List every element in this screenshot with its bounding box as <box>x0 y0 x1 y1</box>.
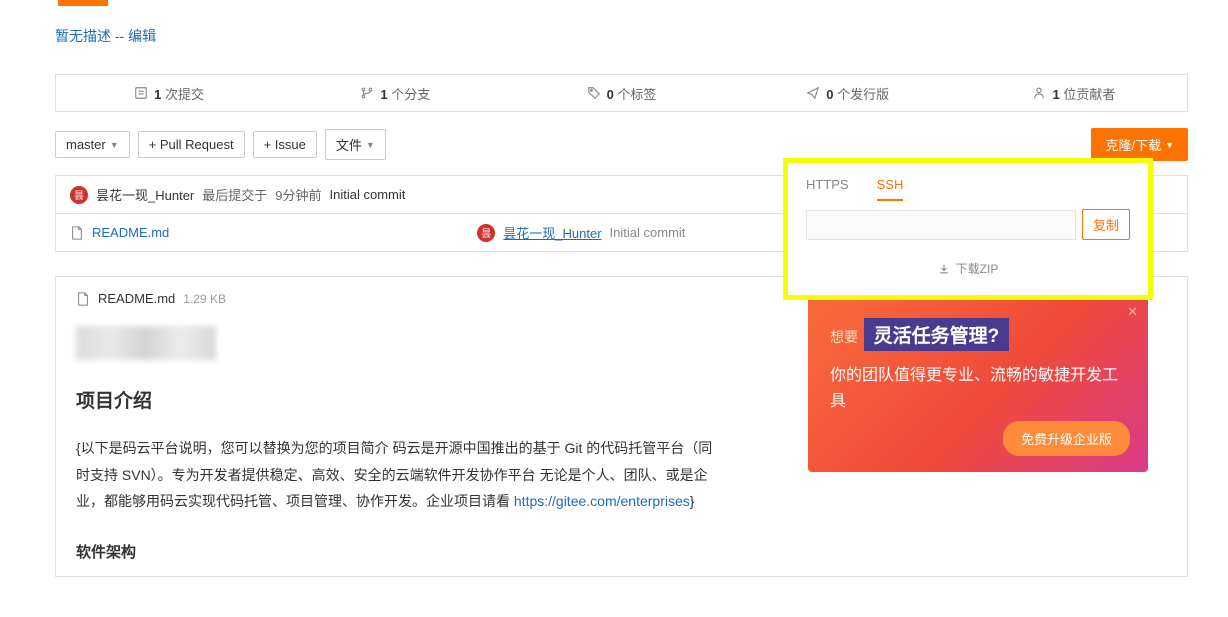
readme-filename: README.md <box>98 291 175 306</box>
readme-size: 1.29 KB <box>183 292 226 306</box>
readme-body: {以下是码云平台说明，您可以替换为您的项目简介 码云是开源中国推出的基于 Git… <box>76 435 716 515</box>
active-tab-indicator <box>58 0 108 6</box>
file-commit-msg: Initial commit <box>610 225 686 240</box>
file-icon <box>70 226 84 240</box>
clone-url-input[interactable] <box>806 210 1076 240</box>
promo-headline: 灵活任务管理? <box>864 318 1010 351</box>
issue-button[interactable]: + Issue <box>253 131 317 158</box>
download-zip-link[interactable]: 下载ZIP <box>806 260 1130 277</box>
promo-wanted: 想要 <box>830 329 858 345</box>
stat-commits[interactable]: 1 次提交 <box>56 84 282 103</box>
tag-icon <box>587 86 601 100</box>
avatar: 昙 <box>477 224 495 242</box>
stat-tags[interactable]: 0 个标签 <box>508 84 734 103</box>
commit-prefix: 最后提交于 <box>202 185 267 204</box>
stat-branches[interactable]: 1 个分支 <box>282 84 508 103</box>
blurred-image <box>76 326 216 360</box>
commit-message[interactable]: Initial commit <box>330 187 406 202</box>
clone-download-button[interactable]: 克隆/下载 ▼ <box>1091 128 1188 161</box>
tab-https[interactable]: HTTPS <box>806 177 849 201</box>
commit-author[interactable]: 昙花一现_Hunter <box>96 185 194 204</box>
download-icon <box>938 263 950 275</box>
promo-banner: ✕ 想要 灵活任务管理? 你的团队值得更专业、流畅的敏捷开发工具 免费升级企业版 <box>808 296 1148 472</box>
copy-button[interactable]: 复制 <box>1082 209 1130 240</box>
description-row: 暂无描述 -- 编辑 <box>55 26 1188 46</box>
branch-icon <box>360 86 374 100</box>
description-edit-link[interactable]: 编辑 <box>128 28 156 44</box>
files-dropdown[interactable]: 文件 ▼ <box>325 129 386 160</box>
repo-toolbar: master ▼ + Pull Request + Issue 文件 ▼ 克隆/… <box>55 128 1188 161</box>
stat-releases[interactable]: 0 个发行版 <box>735 84 961 103</box>
branch-selector[interactable]: master ▼ <box>55 131 130 158</box>
file-author[interactable]: 昙花一现_Hunter <box>503 223 601 242</box>
stat-contributors[interactable]: 1 位贡献者 <box>961 84 1187 103</box>
user-icon <box>1032 86 1046 100</box>
clone-popup: HTTPS SSH 复制 下载ZIP <box>783 158 1153 300</box>
send-icon <box>806 86 820 100</box>
file-name[interactable]: README.md <box>92 225 169 240</box>
promo-subtext: 你的团队值得更专业、流畅的敏捷开发工具 <box>830 363 1126 414</box>
commit-time: 9分钟前 <box>275 185 321 204</box>
avatar: 昙 <box>70 186 88 204</box>
promo-cta-button[interactable]: 免费升级企业版 <box>1003 421 1130 456</box>
close-icon[interactable]: ✕ <box>1127 304 1138 320</box>
list-icon <box>134 86 148 100</box>
repo-stats-bar: 1 次提交 1 个分支 0 个标签 0 个发行版 1 位贡献者 <box>55 74 1188 112</box>
readme-subtitle: 软件架构 <box>76 541 1167 562</box>
file-icon <box>76 292 90 306</box>
description-empty: 暂无描述 -- <box>55 28 128 44</box>
tab-ssh[interactable]: SSH <box>877 177 904 201</box>
enterprises-link[interactable]: https://gitee.com/enterprises <box>514 493 690 509</box>
pull-request-button[interactable]: + Pull Request <box>138 131 245 158</box>
